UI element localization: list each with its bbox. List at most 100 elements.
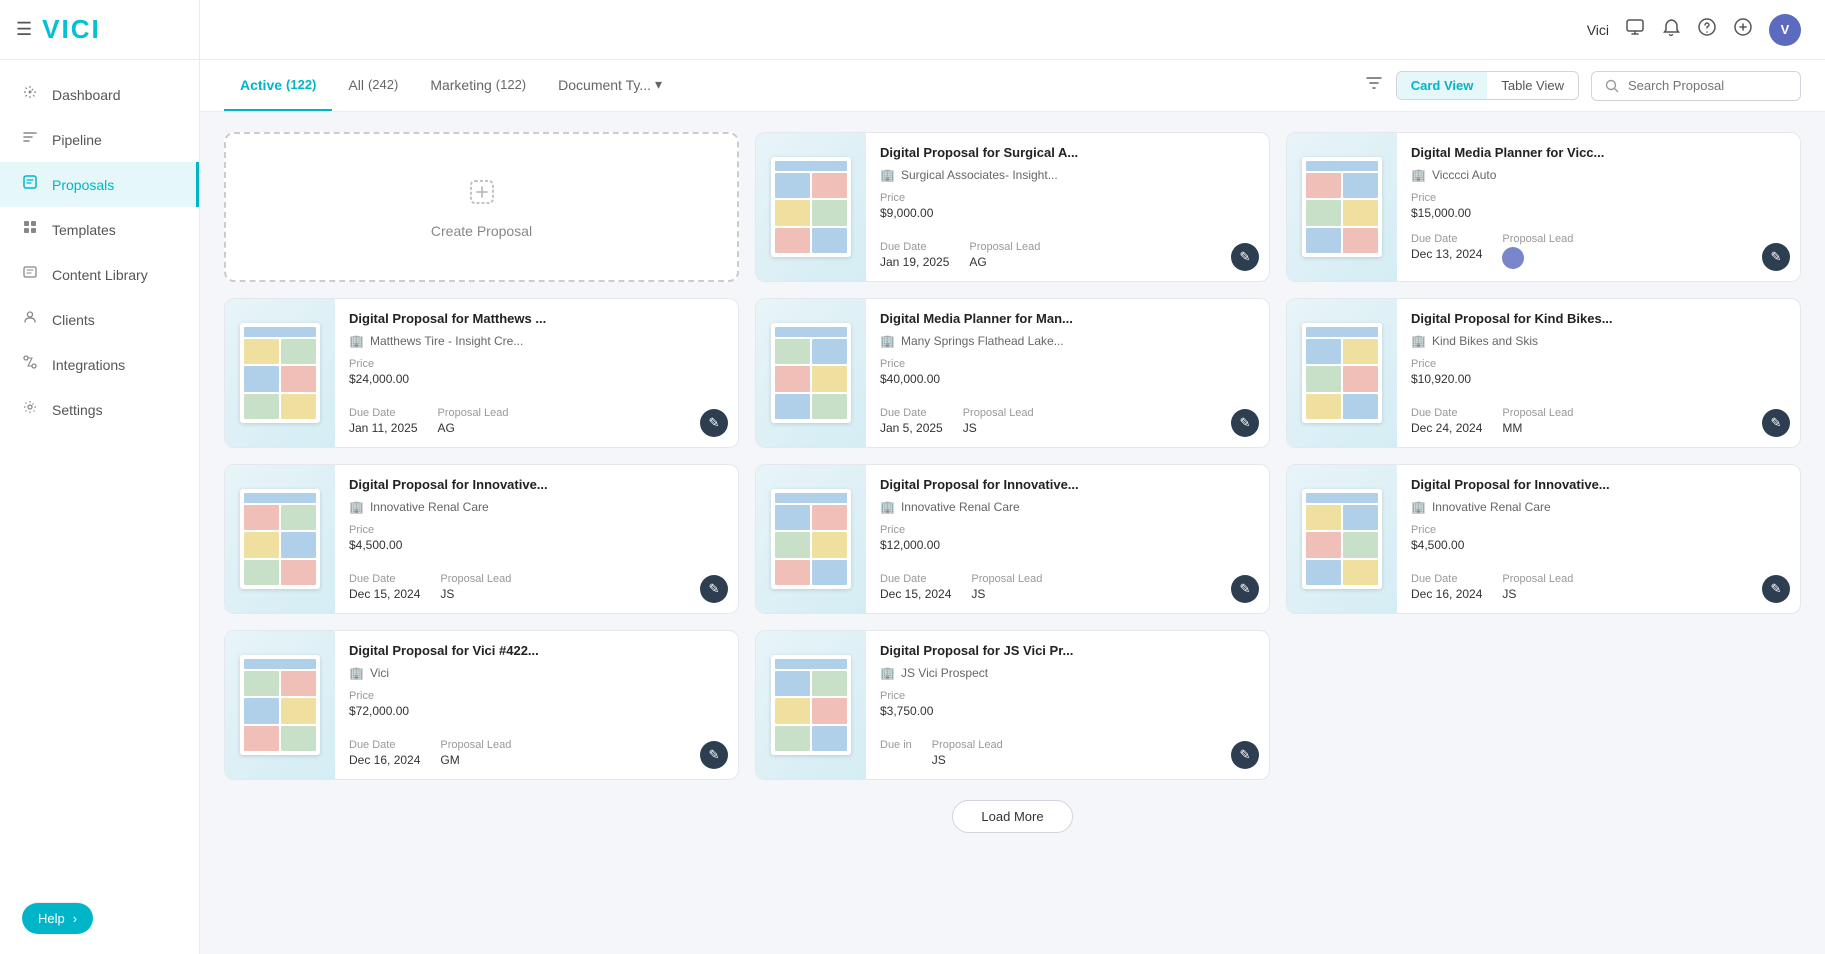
proposal-card[interactable]: Digital Proposal for Surgical A... 🏢 Sur… [755,132,1270,282]
building-icon: 🏢 [880,334,895,348]
edit-button[interactable]: ✎ [1762,243,1790,271]
due-date-label: Due Date [880,241,949,253]
card-thumbnail [1287,133,1397,281]
proposal-title: Digital Proposal for Kind Bikes... [1411,311,1788,328]
filter-icon[interactable] [1364,73,1384,98]
edit-button[interactable]: ✎ [1231,575,1259,603]
proposal-title: Digital Media Planner for Vicc... [1411,145,1788,162]
edit-button[interactable]: ✎ [1231,741,1259,769]
tab-active[interactable]: Active (122) [224,60,332,111]
card-thumbnail [1287,465,1397,613]
sidebar-item-content-library[interactable]: Content Library [0,252,199,297]
proposal-client: 🏢 Matthews Tire - Insight Cre... [349,334,726,348]
proposal-card[interactable]: Digital Proposal for Innovative... 🏢 Inn… [755,464,1270,614]
edit-button[interactable]: ✎ [1762,575,1790,603]
templates-icon [20,219,40,240]
proposal-title: Digital Proposal for Innovative... [1411,477,1788,494]
user-avatar[interactable]: V [1769,14,1801,46]
card-actions: ✎ [1762,243,1790,271]
question-icon[interactable] [1697,17,1717,42]
dashboard-icon [20,84,40,105]
load-more-button[interactable]: Load More [952,800,1072,833]
plus-icon[interactable] [1733,17,1753,42]
hamburger-icon[interactable]: ☰ [16,19,32,40]
sidebar-item-label: Dashboard [52,87,121,103]
card-thumbnail [756,133,866,281]
card-info: Digital Proposal for JS Vici Pr... 🏢 JS … [866,631,1269,779]
sidebar-item-proposals[interactable]: Proposals [0,162,199,207]
card-footer: Due Date Dec 16, 2024 Proposal Lead JS [1411,573,1788,601]
sidebar-item-pipeline[interactable]: Pipeline [0,117,199,162]
logo-text: VICI [42,14,101,45]
help-button[interactable]: Help › [22,902,93,934]
proposal-client: 🏢 Innovative Renal Care [1411,500,1788,514]
card-meta: Price $10,920.00 [1411,358,1788,386]
proposal-title: Digital Proposal for JS Vici Pr... [880,643,1257,660]
card-info: Digital Media Planner for Man... 🏢 Many … [866,299,1269,447]
proposal-card[interactable]: Digital Proposal for Matthews ... 🏢 Matt… [224,298,739,448]
card-thumbnail [225,465,335,613]
card-actions: ✎ [1762,575,1790,603]
tab-all[interactable]: All (242) [332,60,414,111]
card-thumbnail [225,631,335,779]
tab-document-type[interactable]: Document Ty... ▾ [542,60,678,111]
monitor-icon[interactable] [1625,17,1645,42]
card-info: Digital Proposal for Matthews ... 🏢 Matt… [335,299,738,447]
sidebar-item-clients[interactable]: Clients [0,297,199,342]
view-toggle: Card View Table View [1396,71,1579,100]
proposal-card[interactable]: Digital Proposal for Innovative... 🏢 Inn… [1286,464,1801,614]
proposal-card[interactable]: Digital Proposal for Vici #422... 🏢 Vici… [224,630,739,780]
building-icon: 🏢 [880,500,895,514]
proposal-card[interactable]: Digital Media Planner for Man... 🏢 Many … [755,298,1270,448]
tab-doctype-label: Document Ty... [558,77,651,93]
edit-button[interactable]: ✎ [1762,409,1790,437]
main-content: Vici V Active (122) All (242) [200,0,1825,954]
search-box[interactable] [1591,71,1801,101]
tabs: Active (122) All (242) Marketing (122) D… [224,60,678,111]
sidebar-item-integrations[interactable]: Integrations [0,342,199,387]
proposal-card[interactable]: Digital Proposal for JS Vici Pr... 🏢 JS … [755,630,1270,780]
sidebar-item-settings[interactable]: Settings [0,387,199,432]
proposal-card[interactable]: Digital Media Planner for Vicc... 🏢 Vicc… [1286,132,1801,282]
sidebar-item-label: Settings [52,402,103,418]
sidebar-item-templates[interactable]: Templates [0,207,199,252]
sidebar-item-label: Proposals [52,177,114,193]
sidebar-nav: Dashboard Pipeline Proposals Templates C… [0,60,199,882]
edit-button[interactable]: ✎ [700,741,728,769]
building-icon: 🏢 [1411,500,1426,514]
card-thumbnail [225,299,335,447]
proposal-title: Digital Proposal for Vici #422... [349,643,726,660]
pipeline-icon [20,129,40,150]
proposal-card[interactable]: Digital Proposal for Kind Bikes... 🏢 Kin… [1286,298,1801,448]
card-actions: ✎ [1231,409,1259,437]
building-icon: 🏢 [349,334,364,348]
settings-icon [20,399,40,420]
tab-marketing[interactable]: Marketing (122) [414,60,542,111]
proposal-card[interactable]: Digital Proposal for Innovative... 🏢 Inn… [224,464,739,614]
create-proposal-card[interactable]: Create Proposal [224,132,739,282]
card-thumbnail [756,299,866,447]
card-meta: Price $12,000.00 [880,524,1257,552]
edit-button[interactable]: ✎ [1231,409,1259,437]
lead-label: Proposal Lead [1502,233,1573,245]
sidebar-item-label: Clients [52,312,95,328]
topbar-right: Vici V [1587,14,1801,46]
proposal-title: Digital Proposal for Innovative... [349,477,726,494]
edit-button[interactable]: ✎ [1231,243,1259,271]
proposal-client: 🏢 Kind Bikes and Skis [1411,334,1788,348]
card-view-button[interactable]: Card View [1397,72,1488,99]
create-proposal-icon [466,176,498,215]
proposals-icon [20,174,40,195]
content-library-icon [20,264,40,285]
sidebar-item-dashboard[interactable]: Dashboard [0,72,199,117]
search-input[interactable] [1628,78,1788,93]
sidebar-item-label: Pipeline [52,132,102,148]
bell-icon[interactable] [1661,17,1681,42]
lead-avatar [1502,247,1524,269]
topbar: Vici V [200,0,1825,60]
table-view-button[interactable]: Table View [1487,72,1578,99]
edit-button[interactable]: ✎ [700,575,728,603]
search-icon [1604,78,1620,94]
card-meta: Price $4,500.00 [349,524,726,552]
edit-button[interactable]: ✎ [700,409,728,437]
